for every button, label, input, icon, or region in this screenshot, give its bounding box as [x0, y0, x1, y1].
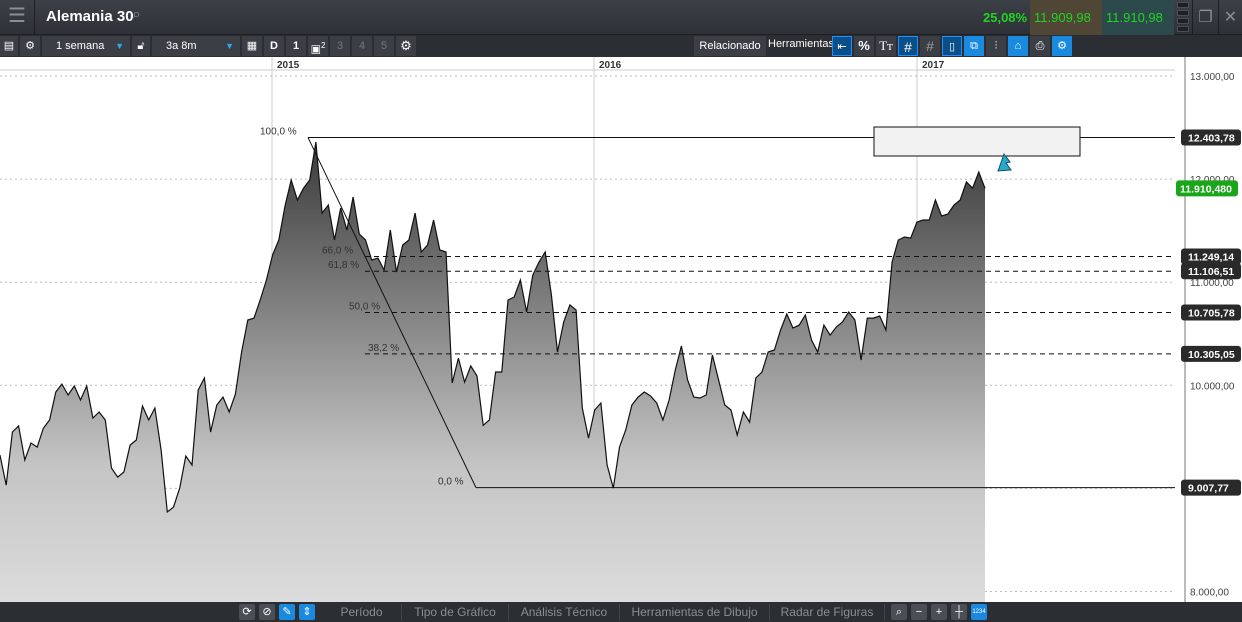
calendar-icon[interactable]: ▦	[242, 36, 262, 56]
back-arrow-icon[interactable]: ⇤	[832, 36, 852, 56]
percent-button[interactable]: %	[854, 36, 874, 56]
no-icon[interactable]: ⊘	[259, 604, 275, 620]
windows-icon[interactable]: ⧉	[964, 36, 984, 56]
tab-pattern-radar[interactable]: Radar de Figuras	[770, 604, 885, 621]
y-tick-label: 8.000,00	[1190, 588, 1229, 599]
fib-percent-label: 66,0 %	[322, 246, 353, 257]
candlestick-icon[interactable]: ▯	[942, 36, 962, 56]
period-select[interactable]: 1 semana ▼	[42, 36, 130, 56]
chevron-down-icon: ▼	[225, 41, 234, 51]
layout-5-button[interactable]: 5	[374, 36, 394, 56]
instrument-title: Alemania 30	[46, 8, 134, 25]
fib-percent-label: 50,0 %	[349, 302, 380, 313]
fib-price-label: 11.106,51	[1188, 266, 1234, 278]
depth-bars-icon[interactable]	[1177, 2, 1189, 34]
chart-toolbar: ▤ ⚙ 1 semana ▼ 🔓︎ 3a 8m ▼ ▦ D 1 ▣2 3 4 5 ⚙…	[0, 35, 1242, 57]
range-select[interactable]: 3a 8m ▼	[152, 36, 240, 56]
layout-3-button[interactable]: 3	[330, 36, 350, 56]
numbers-button[interactable]: 1234	[971, 604, 987, 620]
fib-percent-label: 100,0 %	[260, 126, 297, 137]
daily-button[interactable]: D	[264, 36, 284, 56]
year-label: 2017	[922, 60, 945, 71]
drawn-rectangle[interactable]	[873, 126, 1081, 157]
fib-price-label: 9.007,77	[1188, 483, 1229, 495]
layout-settings-icon[interactable]: ⚙	[396, 36, 416, 56]
fib-percent-label: 0,0 %	[438, 477, 464, 488]
bars-chart-icon[interactable]: ⫶	[986, 36, 1006, 56]
zoom-out-icon[interactable]: −	[911, 604, 927, 620]
fib-price-label: 10.305,05	[1188, 349, 1235, 361]
print-icon[interactable]: ⎙	[1030, 36, 1050, 56]
restore-icon[interactable]: ❐	[1192, 0, 1218, 35]
price-chart[interactable]: 2015 2016 2017 100,0 % 66,0 % 61,8 % 50,0 % 38…	[0, 57, 1242, 602]
crosshair-icon[interactable]: ┼	[951, 604, 967, 620]
settings-edit-icon[interactable]: ⚙	[1052, 36, 1072, 56]
zoom-search-icon[interactable]: ⌕	[891, 604, 907, 620]
tab-chart-type[interactable]: Tipo de Gráfico	[402, 604, 509, 621]
search-icon[interactable]: ⌕	[132, 6, 141, 24]
bottom-bar: ⟳ ⊘ ✎ ⇕ Período Tipo de Gráfico Análisis…	[0, 602, 1242, 622]
layout-2-button[interactable]: ▣2	[308, 36, 328, 56]
lock-icon[interactable]: 🔓︎	[132, 36, 150, 56]
pencil-icon[interactable]: ✎	[279, 604, 295, 620]
change-percent: 25,08%	[983, 10, 1028, 25]
refresh-icon[interactable]: ⟳	[239, 604, 255, 620]
fib-percent-label: 61,8 %	[328, 260, 359, 271]
buy-value: 11.910,98	[1106, 10, 1163, 25]
range-value: 3a 8m	[166, 40, 197, 52]
tab-period[interactable]: Período	[322, 604, 402, 621]
sell-value: 11.909,98	[1034, 10, 1091, 25]
y-tick-label: 10.000,00	[1190, 381, 1235, 392]
tab-drawing-tools[interactable]: Herramientas de Dibujo	[620, 604, 770, 621]
save-icon: ▣	[310, 43, 321, 56]
y-tick-label: 11.000,00	[1190, 278, 1234, 289]
fib-price-label: 11.249,14	[1188, 252, 1234, 264]
fib-price-label: 12.403,78	[1188, 132, 1235, 144]
last-price-label: 11.910,480	[1180, 183, 1232, 195]
year-label: 2016	[599, 60, 622, 71]
fib-percent-label: 38,2 %	[368, 343, 399, 354]
fib-price-label: 10.705,78	[1188, 308, 1235, 320]
grid-edit-icon[interactable]: #	[920, 36, 940, 56]
tab-technical-analysis[interactable]: Análisis Técnico	[509, 604, 620, 621]
close-icon[interactable]: ✕	[1218, 0, 1242, 35]
tools-label: Herramientas	[768, 38, 835, 50]
grid-icon[interactable]: #	[898, 36, 918, 56]
up-down-icon[interactable]: ⇕	[299, 604, 315, 620]
y-tick-label: 13.000,00	[1190, 72, 1235, 83]
period-value: 1 semana	[56, 40, 105, 52]
layout-4-button[interactable]: 4	[352, 36, 372, 56]
text-tool-button[interactable]: Tт	[876, 36, 896, 56]
sell-price[interactable]: 11.909,98 ⬎	[1030, 0, 1102, 60]
chevron-down-icon: ▼	[115, 41, 124, 51]
related-button[interactable]: Relacionado	[694, 36, 766, 56]
title-bar: ☰ Alemania 30 ⌕ 25,08% 11.909,98 ⬎ 11.91…	[0, 0, 1242, 60]
menu-icon[interactable]: ☰	[0, 0, 35, 35]
year-label: 2015	[277, 60, 300, 71]
gear-icon[interactable]: ⚙	[20, 36, 40, 56]
buy-price[interactable]: 11.910,98 ⬏	[1102, 0, 1174, 60]
layout-1-button[interactable]: 1	[286, 36, 306, 56]
list-icon[interactable]: ▤	[0, 36, 18, 56]
layout-2-label: 2	[320, 41, 326, 50]
zoom-in-icon[interactable]: +	[931, 604, 947, 620]
tag-icon[interactable]: ⌂	[1008, 36, 1028, 56]
